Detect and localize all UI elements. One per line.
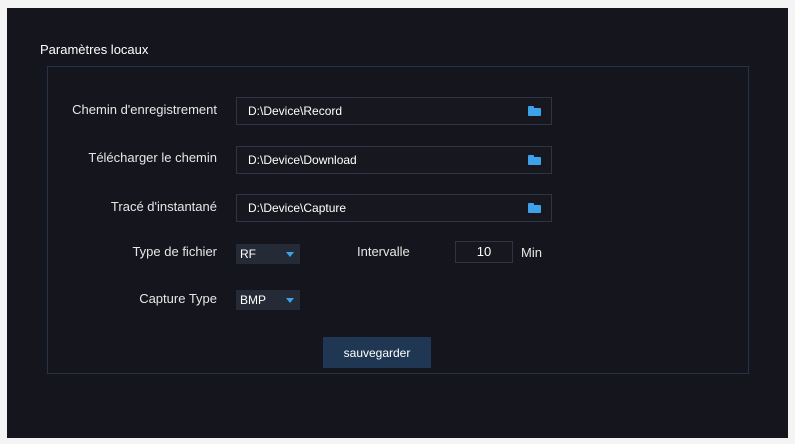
download-path-label: Télécharger le chemin: [88, 150, 217, 165]
local-settings-panel: Paramètres locaux Chemin d'enregistremen…: [7, 8, 788, 438]
file-type-value: RF: [240, 247, 256, 261]
download-path-field[interactable]: D:\Device\Download: [236, 146, 552, 174]
chevron-down-icon: [286, 251, 294, 257]
capture-path-label: Tracé d'instantané: [110, 199, 217, 214]
capture-type-value: BMP: [240, 293, 267, 307]
folder-icon[interactable]: [528, 203, 541, 213]
interval-unit: Min: [521, 245, 542, 260]
folder-icon[interactable]: [528, 155, 541, 165]
record-path-field[interactable]: D:\Device\Record: [236, 97, 552, 125]
file-type-label: Type de fichier: [132, 244, 217, 259]
chevron-down-icon: [286, 297, 294, 303]
record-path-value: D:\Device\Record: [248, 104, 343, 118]
capture-path-field[interactable]: D:\Device\Capture: [236, 194, 552, 222]
interval-input[interactable]: 10: [455, 241, 513, 263]
file-type-select[interactable]: RF: [236, 244, 300, 264]
download-path-value: D:\Device\Download: [248, 153, 357, 167]
folder-icon[interactable]: [528, 106, 541, 116]
record-path-label: Chemin d'enregistrement: [72, 102, 217, 117]
save-button[interactable]: sauvegarder: [323, 337, 431, 368]
interval-label: Intervalle: [357, 244, 410, 259]
capture-path-value: D:\Device\Capture: [248, 201, 347, 215]
capture-type-select[interactable]: BMP: [236, 290, 300, 310]
capture-type-label: Capture Type: [139, 291, 217, 306]
section-title: Paramètres locaux: [40, 42, 149, 57]
